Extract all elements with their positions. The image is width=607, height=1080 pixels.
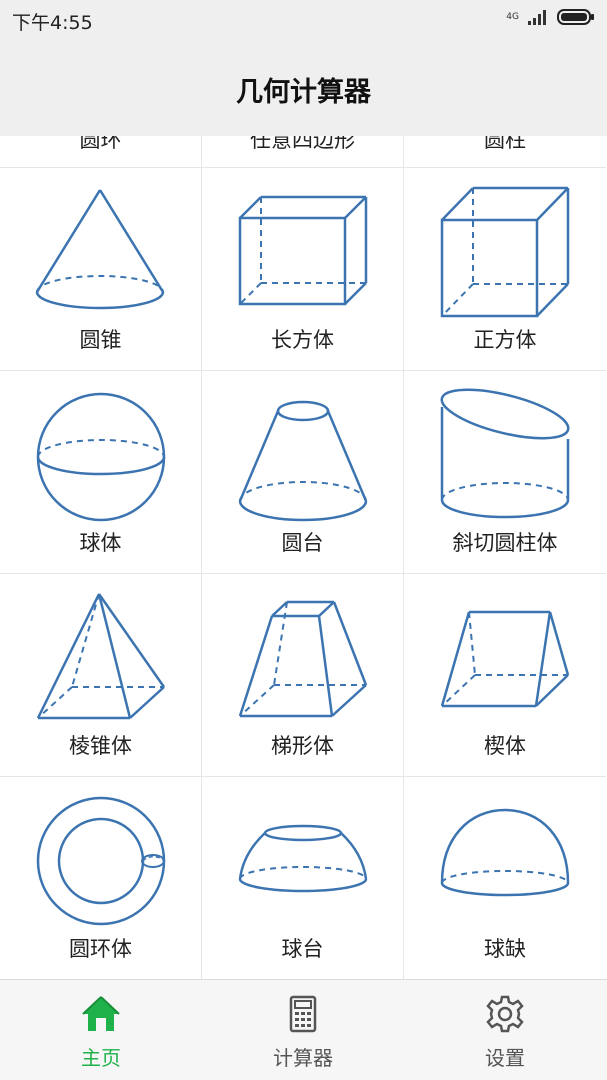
shape-label: 球台 (281, 937, 324, 961)
status-bar: 下午4:55 4G (0, 0, 607, 40)
shape-cell-sphere[interactable]: 球体 (0, 371, 202, 574)
pyramid-icon (36, 593, 166, 720)
cube-icon (440, 186, 570, 318)
shape-label: 球体 (79, 531, 122, 555)
nav-settings-label: 设置 (485, 1046, 525, 1070)
app-header: 几何计算器 (0, 40, 607, 136)
nav-home[interactable]: 主页 (0, 980, 202, 1080)
shape-cell-spherical-segment[interactable]: 球台 (202, 777, 404, 979)
shape-cell-torus[interactable]: 圆环体 (0, 777, 202, 979)
status-icons: 4G (506, 8, 595, 26)
shape-cell-oblique-cylinder[interactable]: 斜切圆柱体 (404, 371, 606, 574)
shape-label: 正方体 (473, 328, 537, 352)
shape-label: 斜切圆柱体 (452, 531, 558, 555)
cone-icon (35, 189, 165, 310)
sphere-icon (36, 392, 166, 522)
shape-label: 圆柱 (484, 136, 526, 152)
shape-cell-prismoid[interactable]: 梯形体 (202, 574, 404, 777)
shape-label: 圆环体 (69, 937, 132, 961)
shape-grid[interactable]: 圆环 任意四边形 圆柱 圆锥 长方体 正方体 球体 圆台 斜切圆柱体 棱锥体 梯… (0, 136, 607, 979)
shape-cell-cuboid[interactable]: 长方体 (202, 168, 404, 371)
gear-icon (486, 995, 524, 1033)
spherical-segment-icon (238, 824, 368, 893)
shape-label: 任意四边形 (250, 136, 355, 152)
nav-calculator-label: 计算器 (273, 1046, 333, 1070)
shape-label: 圆台 (281, 531, 324, 555)
shape-label: 圆环 (79, 136, 122, 152)
shape-cell-cone[interactable]: 圆锥 (0, 168, 202, 371)
wedge-icon (440, 610, 570, 708)
prismoid-icon (238, 600, 368, 718)
home-icon (82, 996, 120, 1031)
nav-settings[interactable]: 设置 (404, 980, 606, 1080)
shape-label: 长方体 (271, 328, 334, 352)
frustum-icon (238, 400, 368, 522)
status-time: 下午4:55 (12, 12, 93, 34)
shape-label: 楔体 (484, 734, 526, 758)
shape-cell-quadrilateral[interactable]: 任意四边形 (202, 136, 404, 168)
shape-label: 棱锥体 (69, 734, 132, 758)
battery-icon (557, 9, 594, 25)
nav-calculator[interactable]: 计算器 (202, 980, 404, 1080)
shape-label: 圆锥 (79, 328, 122, 352)
spherical-cap-icon (440, 808, 570, 897)
signal-icon (528, 10, 546, 25)
shape-cell-cylinder[interactable]: 圆柱 (404, 136, 606, 168)
network-label: 4G (506, 12, 519, 22)
calculator-icon (289, 995, 317, 1033)
nav-home-label: 主页 (81, 1046, 121, 1070)
shape-cell-wedge[interactable]: 楔体 (404, 574, 606, 777)
page-title: 几何计算器 (236, 77, 371, 108)
shape-cell-pyramid[interactable]: 棱锥体 (0, 574, 202, 777)
shape-cell-spherical-cap[interactable]: 球缺 (404, 777, 606, 979)
bottom-nav: 主页 计算器 设置 (0, 979, 607, 1080)
oblique-cylinder-icon (440, 388, 570, 519)
shape-cell-cube[interactable]: 正方体 (404, 168, 606, 371)
shape-label: 球缺 (484, 937, 526, 961)
torus-icon (36, 796, 166, 926)
shape-label: 梯形体 (271, 734, 334, 758)
shape-cell-frustum[interactable]: 圆台 (202, 371, 404, 574)
shape-cell-annulus[interactable]: 圆环 (0, 136, 202, 168)
cuboid-icon (238, 195, 368, 306)
